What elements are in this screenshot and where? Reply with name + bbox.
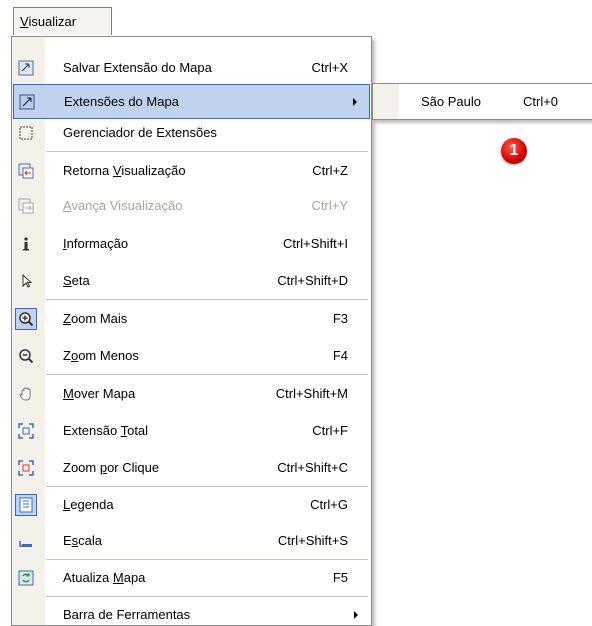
menubar-title: isualizar bbox=[28, 14, 77, 29]
zoom-out-icon bbox=[17, 347, 35, 365]
menu-separator bbox=[46, 374, 368, 375]
menu-item-label: Mover Mapa bbox=[63, 386, 136, 401]
submenu-item-label: São Paulo bbox=[421, 94, 481, 109]
menu-item-label: Zoom por Clique bbox=[63, 460, 160, 475]
menu-item-shortcut: F4 bbox=[332, 348, 348, 363]
menu-item-label: Barra de Ferramentas bbox=[63, 607, 191, 622]
menu-separator bbox=[46, 596, 368, 597]
extent-manager-icon bbox=[17, 124, 35, 142]
zoom-in-icon bbox=[15, 308, 37, 330]
menu-item-label: Extensão Total bbox=[63, 423, 149, 438]
menu-item-label: Salvar Extensão do Mapa bbox=[63, 60, 212, 75]
menu-separator bbox=[46, 299, 368, 300]
menu-item-label: Informação bbox=[63, 236, 129, 251]
menu-item-gerenciador-extensoes[interactable]: Gerenciador de Extensões bbox=[13, 116, 370, 151]
menu-item-zoom-por-clique[interactable]: Zoom por Clique Ctrl+Shift+C bbox=[13, 451, 370, 486]
menu-item-avanca-visualizacao[interactable]: Avança Visualização Ctrl+Y bbox=[13, 189, 370, 224]
menu-item-shortcut: Ctrl+G bbox=[310, 497, 348, 512]
menu-item-label: Escala bbox=[63, 533, 103, 548]
menu-item-shortcut: Ctrl+Shift+I bbox=[282, 236, 348, 251]
menu-item-shortcut: Ctrl+Shift+D bbox=[277, 273, 348, 288]
menu-item-label: Legenda bbox=[63, 497, 114, 512]
info-icon bbox=[17, 235, 35, 253]
arrow-pointer-icon bbox=[17, 272, 35, 290]
menu-item-escala[interactable]: Escala Ctrl+Shift+S bbox=[13, 524, 370, 559]
menu-item-shortcut: Ctrl+F bbox=[312, 423, 348, 438]
menu-item-zoom-mais[interactable]: Zoom Mais F3 bbox=[13, 302, 370, 337]
menu-item-shortcut: Ctrl+Shift+M bbox=[275, 386, 348, 401]
menu-item-label: Zoom Menos bbox=[63, 348, 139, 363]
menu-item-shortcut: F5 bbox=[332, 570, 348, 585]
menu-item-atualiza-mapa[interactable]: Atualiza Mapa F5 bbox=[13, 561, 370, 596]
submenu-arrow-icon bbox=[354, 611, 358, 619]
menu-item-label: Retorna Visualização bbox=[63, 163, 186, 178]
full-extent-icon bbox=[17, 422, 35, 440]
menu-item-label: Seta bbox=[63, 273, 90, 288]
menu-item-barra-de-ferramentas[interactable]: Barra de Ferramentas bbox=[13, 598, 370, 625]
legend-icon bbox=[15, 494, 37, 516]
menu-item-shortcut: Ctrl+Shift+C bbox=[277, 460, 348, 475]
menu-separator bbox=[46, 486, 368, 487]
menu-item-salvar-extensao[interactable]: Salvar Extensão do Mapa Ctrl+X bbox=[13, 51, 370, 86]
menu-item-label: Zoom Mais bbox=[63, 311, 128, 326]
menu-item-extensoes-do-mapa[interactable]: Extensões do Mapa bbox=[13, 84, 370, 119]
menu-separator bbox=[46, 559, 368, 560]
menu-item-label: Extensões do Mapa bbox=[64, 94, 179, 109]
menu-item-zoom-menos[interactable]: Zoom Menos F4 bbox=[13, 339, 370, 374]
menu-separator bbox=[46, 151, 368, 152]
menu-item-label: Avança Visualização bbox=[63, 198, 183, 213]
callout-badge: 1 bbox=[501, 138, 527, 164]
menu-item-mover-mapa[interactable]: Mover Mapa Ctrl+Shift+M bbox=[13, 377, 370, 412]
menu-item-shortcut: Ctrl+X bbox=[311, 60, 348, 75]
menu-item-shortcut: Ctrl+Z bbox=[312, 163, 348, 178]
menu-item-extensao-total[interactable]: Extensão Total Ctrl+F bbox=[13, 414, 370, 449]
menu-item-informacao[interactable]: Informação Ctrl+Shift+I bbox=[13, 227, 370, 262]
extensoes-submenu: São Paulo Ctrl+0 bbox=[372, 83, 592, 120]
menu-item-label: Gerenciador de Extensões bbox=[63, 125, 217, 140]
save-extent-icon bbox=[17, 59, 35, 77]
submenu-arrow-icon bbox=[353, 98, 357, 106]
forward-view-icon bbox=[17, 197, 35, 215]
zoom-click-icon bbox=[17, 459, 35, 477]
back-view-icon bbox=[17, 162, 35, 180]
menu-item-shortcut: F3 bbox=[332, 311, 348, 326]
menu-item-seta[interactable]: Seta Ctrl+Shift+D bbox=[13, 264, 370, 299]
hand-pan-icon bbox=[17, 385, 35, 403]
submenu-item-shortcut: Ctrl+0 bbox=[523, 94, 559, 109]
visualizar-dropdown-menu: Salvar Extensão do Mapa Ctrl+X Extensões… bbox=[11, 36, 372, 626]
map-extents-icon bbox=[18, 93, 36, 111]
menu-item-shortcut: Ctrl+Shift+S bbox=[277, 533, 348, 548]
refresh-map-icon bbox=[17, 569, 35, 587]
menu-item-shortcut: Ctrl+Y bbox=[311, 198, 348, 213]
menu-item-label: Atualiza Mapa bbox=[63, 570, 146, 585]
menu-visualizar[interactable]: Visualizar bbox=[13, 7, 112, 35]
scale-icon bbox=[17, 532, 35, 550]
menu-item-retorna-visualizacao[interactable]: Retorna Visualização Ctrl+Z bbox=[13, 154, 370, 189]
submenu-icon-gutter bbox=[373, 84, 399, 119]
menu-item-legenda[interactable]: Legenda Ctrl+G bbox=[13, 488, 370, 523]
